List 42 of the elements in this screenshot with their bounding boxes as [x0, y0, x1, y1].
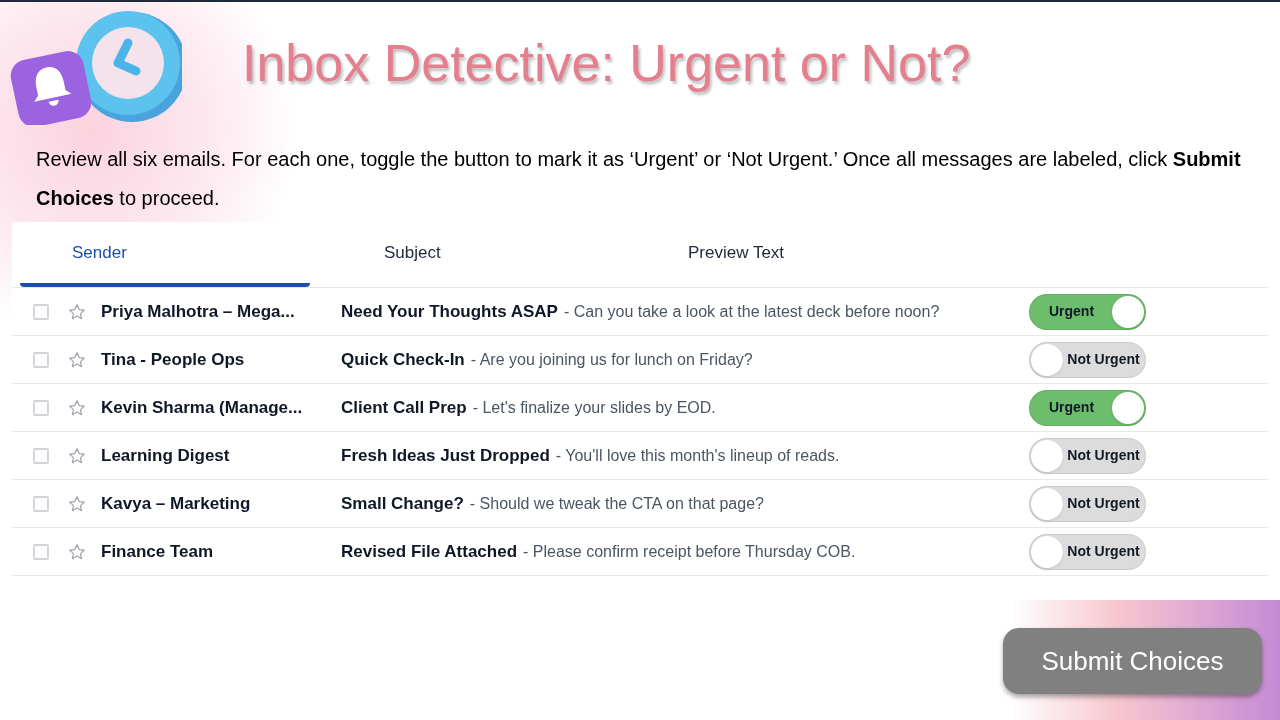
email-subject: Quick Check-In [341, 348, 465, 371]
email-subject: Revised File Attached [341, 540, 518, 563]
instructions-text: Review all six emails. For each one, toggle the button to mark it as ‘Urgent’ or ‘Not Urgent.’ Once all messages are labeled, click Submit Choices to proceed. [35, 147, 1242, 211]
star-icon[interactable] [68, 542, 86, 561]
urgency-toggle[interactable]: Urgent [1029, 293, 1146, 330]
email-preview: - Can you take a look at the latest deck before noon? [563, 301, 940, 322]
email-preview: - Are you joining us for lunch on Friday? [470, 349, 753, 370]
sender-name: Tina - People Ops [101, 348, 246, 371]
row-checkbox[interactable] [33, 447, 49, 464]
star-icon[interactable] [68, 350, 86, 369]
row-checkbox[interactable] [33, 495, 49, 512]
sender-name: Priya Malhotra – Mega... [101, 300, 296, 323]
email-subject: Fresh Ideas Just Dropped [341, 444, 550, 467]
email-subject: Client Call Prep [341, 396, 467, 419]
sender-name: Kavya – Marketing [101, 492, 252, 515]
sender-name: Kevin Sharma (Manage... [101, 396, 304, 419]
email-preview: - Please confirm receipt before Thursday COB. [523, 541, 856, 562]
sender-name: Finance Team [101, 540, 215, 563]
star-icon[interactable] [68, 446, 86, 465]
submit-button[interactable]: Submit Choices [1003, 628, 1262, 694]
page-title: Inbox Detective: Urgent or Not? [242, 33, 971, 94]
column-tab[interactable]: Subject [310, 222, 610, 287]
email-subject: Need Your Thoughts ASAP [341, 300, 558, 323]
sender-name: Learning Digest [101, 444, 231, 467]
email-preview: - Let's finalize your slides by EOD. [472, 397, 716, 418]
urgency-toggle[interactable]: Urgent [1029, 389, 1146, 426]
urgency-toggle[interactable]: Not Urgent [1029, 533, 1146, 570]
column-tab[interactable]: Sender [20, 222, 310, 287]
email-preview: - You'll love this month's lineup of reads. [555, 445, 840, 466]
star-icon[interactable] [68, 302, 86, 321]
row-checkbox[interactable] [33, 399, 49, 416]
column-tab[interactable]: Preview Text [610, 222, 910, 287]
star-icon[interactable] [68, 398, 86, 417]
urgency-toggle[interactable]: Not Urgent [1029, 341, 1146, 378]
row-checkbox[interactable] [33, 303, 49, 320]
row-checkbox[interactable] [33, 543, 49, 560]
urgency-toggle[interactable]: Not Urgent [1029, 437, 1146, 474]
row-checkbox[interactable] [33, 351, 49, 368]
star-icon[interactable] [68, 494, 86, 513]
email-preview: - Should we tweak the CTA on that page? [469, 493, 764, 514]
email-subject: Small Change? [341, 492, 464, 515]
urgency-toggle[interactable]: Not Urgent [1029, 485, 1146, 522]
